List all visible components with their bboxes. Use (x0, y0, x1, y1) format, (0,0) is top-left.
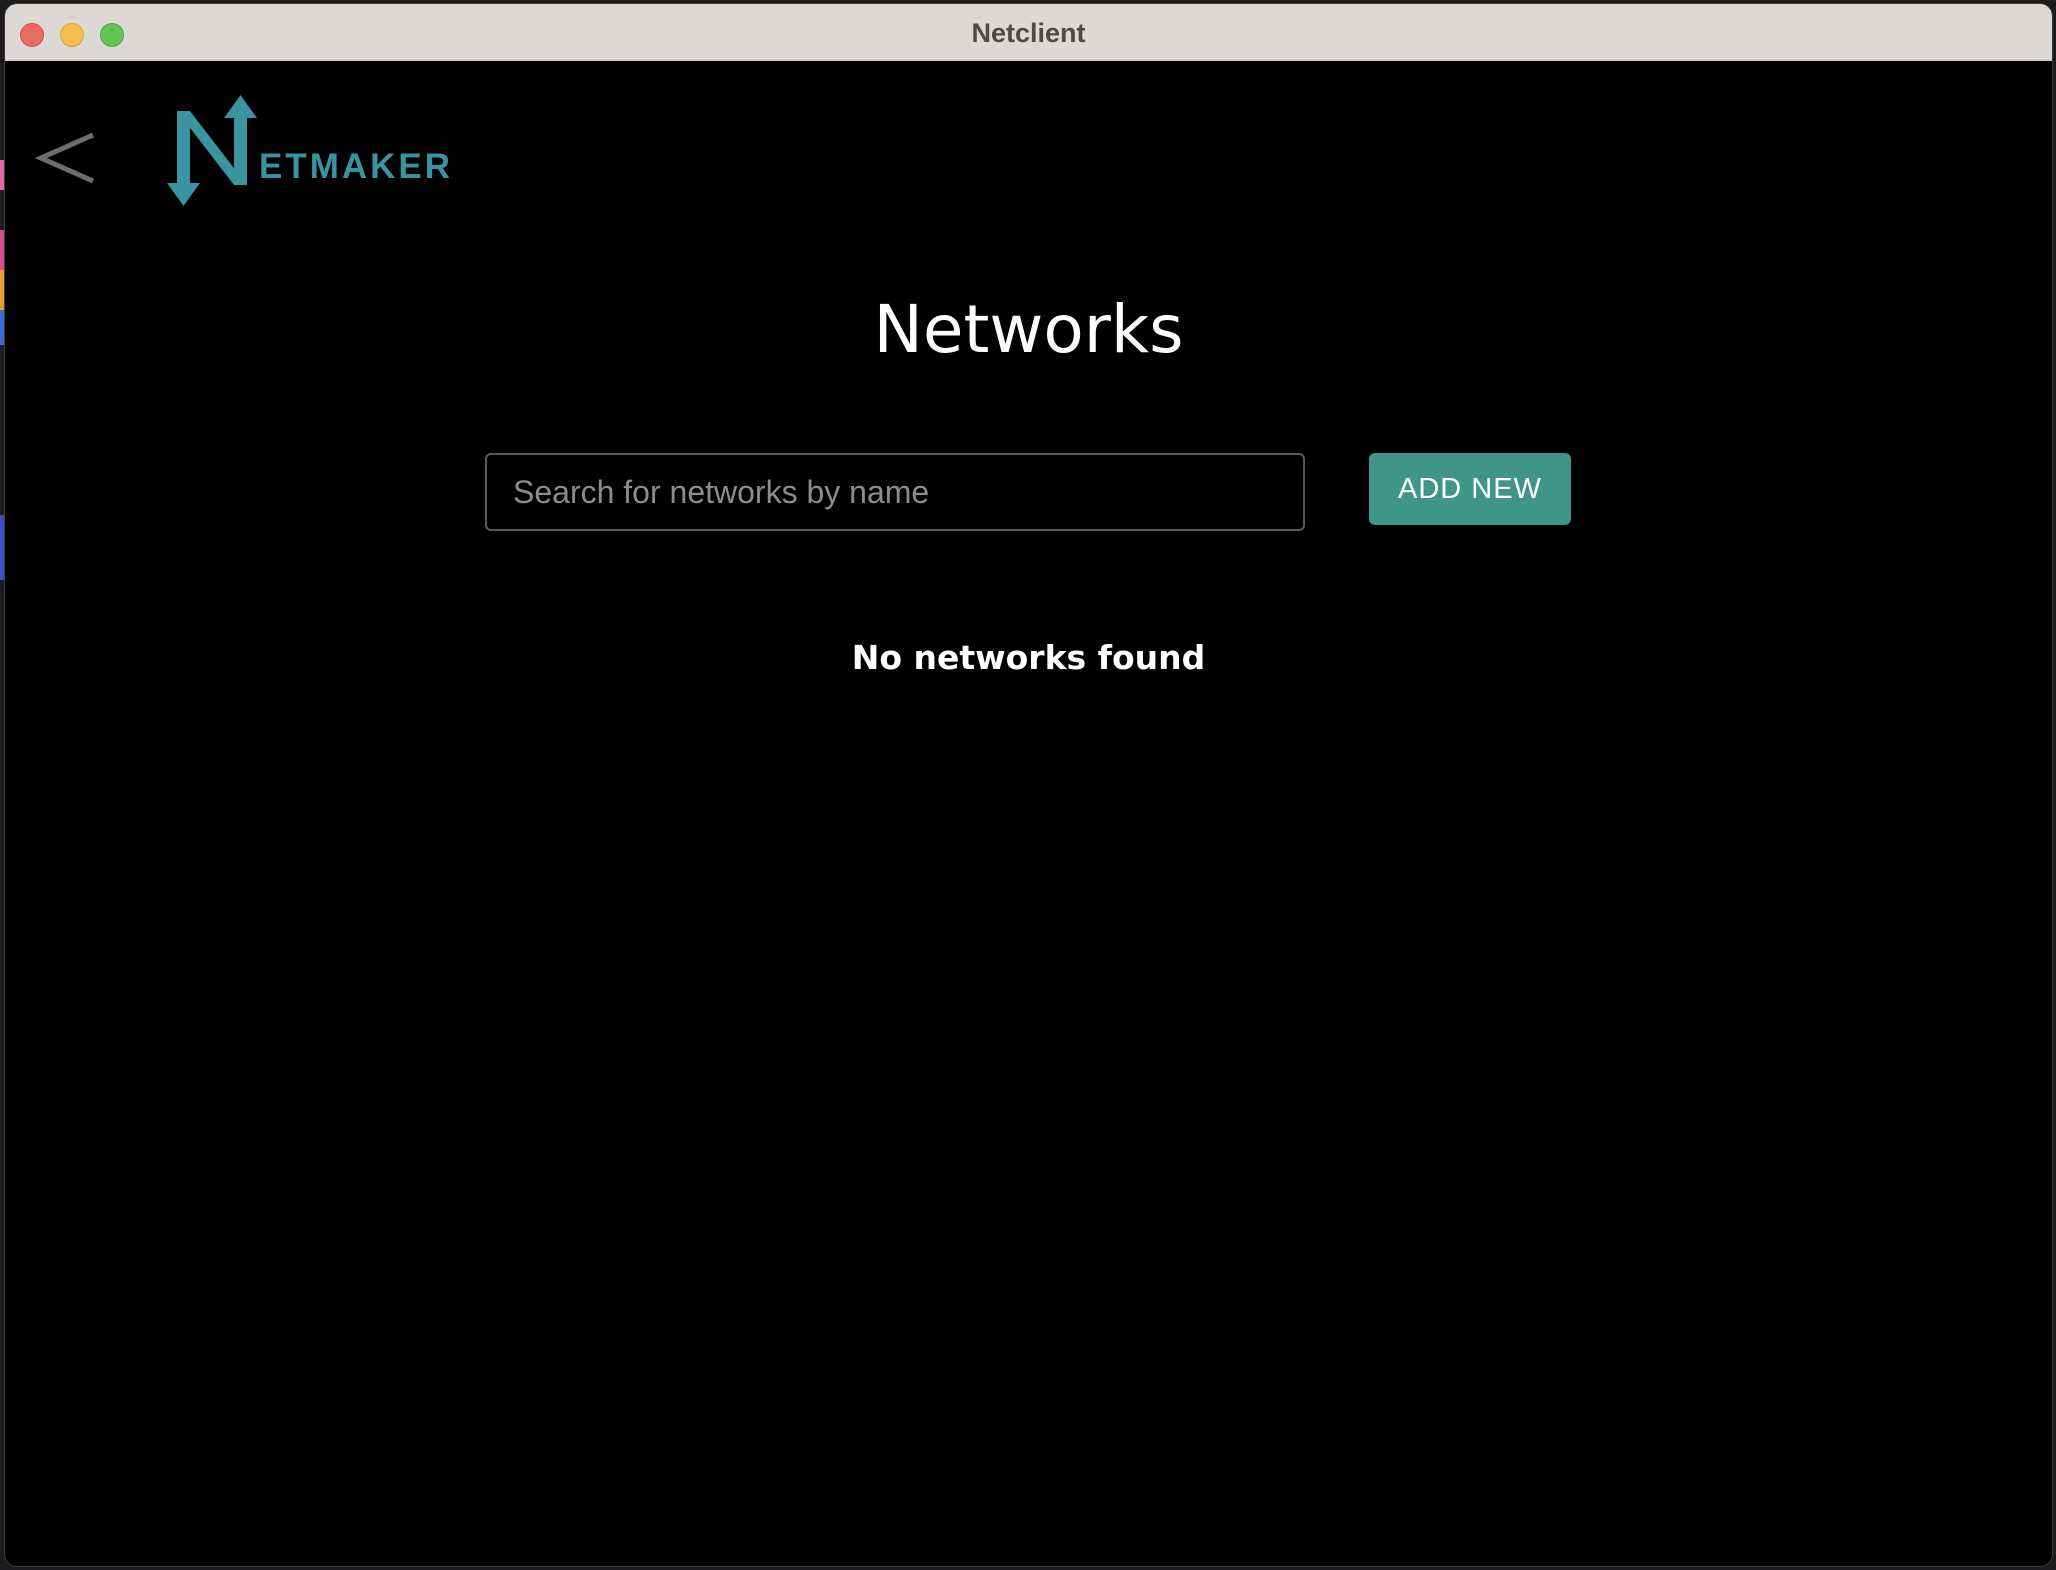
window-title: Netclient (971, 18, 1086, 48)
add-new-button[interactable]: ADD NEW (1369, 453, 1571, 525)
search-input[interactable] (485, 453, 1305, 531)
empty-state-message: No networks found (851, 638, 1206, 677)
logo-n-arrows-icon (167, 95, 257, 206)
netmaker-logo: ETMAKER (163, 91, 450, 211)
title-bar[interactable]: Netclient (5, 4, 2052, 61)
page-title: Networks (873, 291, 1184, 368)
chevron-left-icon (35, 132, 95, 184)
back-button[interactable] (35, 123, 105, 193)
logo-wordmark: ETMAKER (259, 147, 454, 186)
main-content: ETMAKER Networks ADD NEW No networks fou… (5, 61, 2052, 1566)
app-window: Netclient ETMAKER Networks ADD NEW (5, 4, 2052, 1566)
